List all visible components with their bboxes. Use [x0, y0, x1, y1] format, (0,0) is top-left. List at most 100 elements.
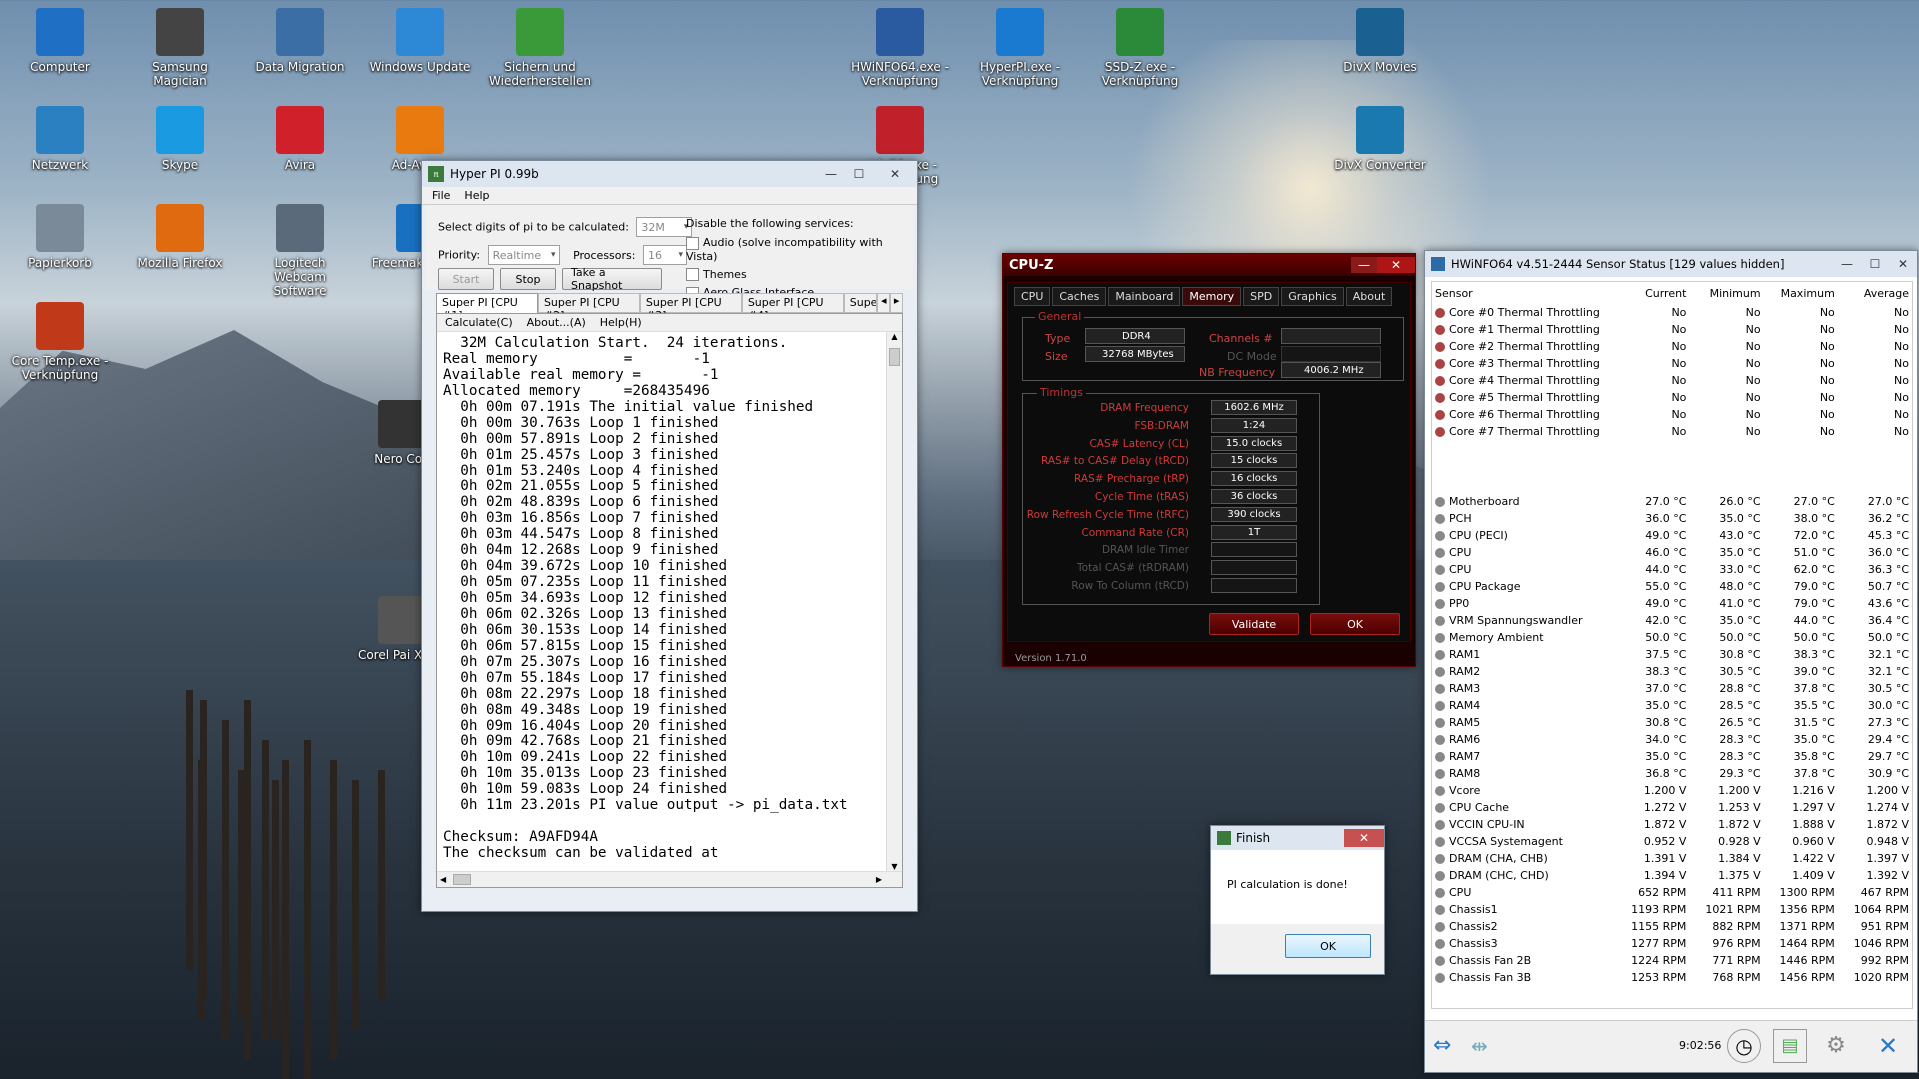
tab-scroll-right[interactable]: ▸ [890, 293, 904, 313]
desktop-icon[interactable]: HWiNFO64.exe - Verknüpfung [848, 8, 952, 88]
desktop-icon[interactable]: Sichern und Wiederherstellen [488, 8, 592, 88]
sensor-row[interactable]: Core #3 Thermal Throttling No No No No [1432, 355, 1912, 372]
service-audio[interactable]: Audio (solve incompatibility with Vista) [686, 236, 913, 263]
sensor-row[interactable]: Core #4 Thermal Throttling No No No No [1432, 372, 1912, 389]
hyperpi-titlebar[interactable]: π Hyper PI 0.99b — ☐ ✕ [422, 161, 917, 187]
sensor-row[interactable]: CPU Cache 1.272 V 1.253 V 1.297 V 1.274 V [1432, 799, 1912, 816]
sensor-row[interactable]: VRM Spannungswandler 42.0 °C 35.0 °C 44.0 °… [1432, 612, 1912, 629]
tab-cpu5[interactable]: Supe [843, 293, 878, 313]
col-maximum[interactable]: Maximum [1764, 282, 1838, 304]
menu-help-sub[interactable]: Help(H) [600, 316, 642, 329]
sensor-row[interactable]: CPU (PECI) 49.0 °C 43.0 °C 72.0 °C 45.3 °C [1432, 527, 1912, 544]
cpuz-titlebar[interactable]: CPU-Z — ✕ [1003, 254, 1415, 276]
sensor-row[interactable]: VCCSA Systemagent 0.952 V 0.928 V 0.960 V 0.… [1432, 833, 1912, 850]
sensor-row[interactable]: CPU 652 RPM 411 RPM 1300 RPM 467 RPM [1432, 884, 1912, 901]
close-button[interactable]: ✕ [873, 164, 917, 184]
hwinfo-titlebar[interactable]: HWiNFO64 v4.51-2444 Sensor Status [129 v… [1425, 251, 1917, 277]
sensor-row[interactable]: RAM1 37.5 °C 30.8 °C 38.3 °C 32.1 °C [1432, 646, 1912, 663]
col-sensor[interactable]: Sensor [1432, 282, 1613, 304]
cpuz-tab[interactable]: SPD [1243, 287, 1280, 306]
tab-cpu4[interactable]: Super PI [CPU #4] [741, 293, 844, 322]
clock-icon[interactable]: ◷ [1727, 1029, 1761, 1063]
desktop-icon[interactable]: Computer [8, 8, 112, 74]
sensor-row[interactable]: RAM2 38.3 °C 30.5 °C 39.0 °C 32.1 °C [1432, 663, 1912, 680]
tab-cpu1[interactable]: Super PI [CPU #1] [436, 293, 538, 322]
close-button[interactable]: ✕ [1377, 257, 1415, 273]
menu-help[interactable]: Help [464, 189, 489, 202]
desktop-icon[interactable]: Avira [248, 106, 352, 172]
sensor-row[interactable]: DRAM (CHA, CHB) 1.391 V 1.384 V 1.422 V 1.39… [1432, 850, 1912, 867]
hscroll-left[interactable]: ◀ [440, 875, 446, 884]
audio-checkbox[interactable] [686, 236, 699, 250]
sensor-row[interactable]: Core #2 Thermal Throttling No No No No [1432, 338, 1912, 355]
minimize-button[interactable]: — [1833, 254, 1861, 274]
desktop-icon[interactable]: Samsung Magician [128, 8, 232, 88]
sensor-row[interactable]: RAM6 34.0 °C 28.3 °C 35.0 °C 29.4 °C [1432, 731, 1912, 748]
desktop-icon[interactable]: Logitech Webcam Software [248, 204, 352, 298]
desktop-icon[interactable]: DivX Converter [1328, 106, 1432, 172]
sensor-row[interactable]: Core #6 Thermal Throttling No No No No [1432, 406, 1912, 423]
desktop-icon[interactable]: Papierkorb [8, 204, 112, 270]
desktop-icon[interactable]: DivX Movies [1328, 8, 1432, 74]
vertical-scrollbar[interactable]: ▲ ▼ [886, 332, 902, 871]
cpuz-tab[interactable]: Caches [1052, 287, 1107, 306]
scroll-up-arrow[interactable]: ▲ [887, 332, 902, 341]
desktop-icon[interactable]: Windows Update [368, 8, 472, 74]
cpuz-tab[interactable]: Mainboard [1108, 287, 1181, 306]
finish-titlebar[interactable]: Finish ✕ [1211, 826, 1384, 850]
sensor-row[interactable]: RAM8 36.8 °C 29.3 °C 37.8 °C 30.9 °C [1432, 765, 1912, 782]
sensor-row[interactable]: Motherboard 27.0 °C 26.0 °C 27.0 °C 27.0 °C [1432, 493, 1912, 510]
desktop-icon[interactable]: HyperPI.exe - Verknüpfung [968, 8, 1072, 88]
sensor-row[interactable]: RAM3 37.0 °C 28.8 °C 37.8 °C 30.5 °C [1432, 680, 1912, 697]
sensor-row[interactable]: RAM5 30.8 °C 26.5 °C 31.5 °C 27.3 °C [1432, 714, 1912, 731]
minimize-button[interactable]: — [817, 164, 845, 184]
desktop-icon[interactable]: Core Temp.exe - Verknüpfung [8, 302, 112, 382]
tab-cpu2[interactable]: Super PI [CPU #2] [537, 293, 640, 322]
scroll-thumb[interactable] [889, 348, 900, 366]
horizontal-scrollbar[interactable]: ◀ ▶ [437, 871, 902, 887]
sensor-row[interactable]: Core #7 Thermal Throttling No No No No [1432, 423, 1912, 440]
expand-arrows-icon[interactable]: ⇔ [1433, 1031, 1467, 1061]
sensor-row[interactable]: Vcore 1.200 V 1.200 V 1.216 V 1.200 V [1432, 782, 1912, 799]
sensor-row[interactable]: RAM4 35.0 °C 28.5 °C 35.5 °C 30.0 °C [1432, 697, 1912, 714]
sensor-row[interactable]: CPU 46.0 °C 35.0 °C 51.0 °C 36.0 °C [1432, 544, 1912, 561]
scroll-down-arrow[interactable]: ▼ [887, 862, 902, 871]
cpuz-tab[interactable]: Memory [1182, 287, 1242, 306]
finish-ok-button[interactable]: OK [1285, 934, 1371, 958]
close-sensors-icon[interactable]: ✕ [1871, 1029, 1905, 1063]
priority-select[interactable]: Realtime [487, 245, 560, 265]
menu-calculate[interactable]: Calculate(C) [445, 316, 513, 329]
minimize-button[interactable]: — [1351, 257, 1377, 273]
sensor-row[interactable]: Core #0 Thermal Throttling No No No No [1432, 304, 1912, 321]
cpuz-tab[interactable]: CPU [1014, 287, 1051, 306]
sensor-row[interactable]: Memory Ambient 50.0 °C 50.0 °C 50.0 °C 50.0 … [1432, 629, 1912, 646]
stop-button[interactable]: Stop [500, 268, 556, 290]
desktop-icon[interactable]: Skype [128, 106, 232, 172]
sensor-row[interactable]: PP0 49.0 °C 41.0 °C 79.0 °C 43.6 °C [1432, 595, 1912, 612]
sensor-row[interactable]: Chassis1 1193 RPM 1021 RPM 1356 RPM 1064 RPM [1432, 901, 1912, 918]
cpuz-tab[interactable]: Graphics [1281, 287, 1344, 306]
start-button[interactable]: Start [438, 268, 494, 290]
settings-icon[interactable]: ⚙ [1819, 1029, 1853, 1063]
desktop-icon[interactable]: SSD-Z.exe - Verknüpfung [1088, 8, 1192, 88]
tab-cpu3[interactable]: Super PI [CPU #3] [639, 293, 742, 322]
hscroll-right[interactable]: ▶ [876, 875, 882, 884]
cpuz-ok-button[interactable]: OK [1310, 613, 1400, 635]
desktop-icon[interactable]: Netzwerk [8, 106, 112, 172]
sensor-row[interactable]: Chassis3 1277 RPM 976 RPM 1464 RPM 1046 RPM [1432, 935, 1912, 952]
sensor-row[interactable]: DRAM (CHC, CHD) 1.394 V 1.375 V 1.409 V 1.39… [1432, 867, 1912, 884]
hscroll-thumb[interactable] [453, 874, 471, 885]
sensor-row[interactable]: VCCIN CPU-IN 1.872 V 1.872 V 1.888 V 1.872 V [1432, 816, 1912, 833]
maximize-button[interactable]: ☐ [1861, 254, 1889, 274]
report-icon[interactable]: ▤ [1773, 1029, 1807, 1063]
close-button[interactable]: ✕ [1344, 829, 1384, 847]
validate-button[interactable]: Validate [1209, 613, 1299, 635]
themes-checkbox[interactable] [686, 268, 699, 281]
close-button[interactable]: ✕ [1889, 254, 1917, 274]
desktop-icon[interactable]: Mozilla Firefox [128, 204, 232, 270]
sensor-row[interactable]: Chassis2 1155 RPM 882 RPM 1371 RPM 951 RPM [1432, 918, 1912, 935]
sensor-row[interactable]: Core #5 Thermal Throttling No No No No [1432, 389, 1912, 406]
desktop-icon[interactable]: Data Migration [248, 8, 352, 74]
col-average[interactable]: Average [1838, 282, 1912, 304]
col-minimum[interactable]: Minimum [1689, 282, 1763, 304]
